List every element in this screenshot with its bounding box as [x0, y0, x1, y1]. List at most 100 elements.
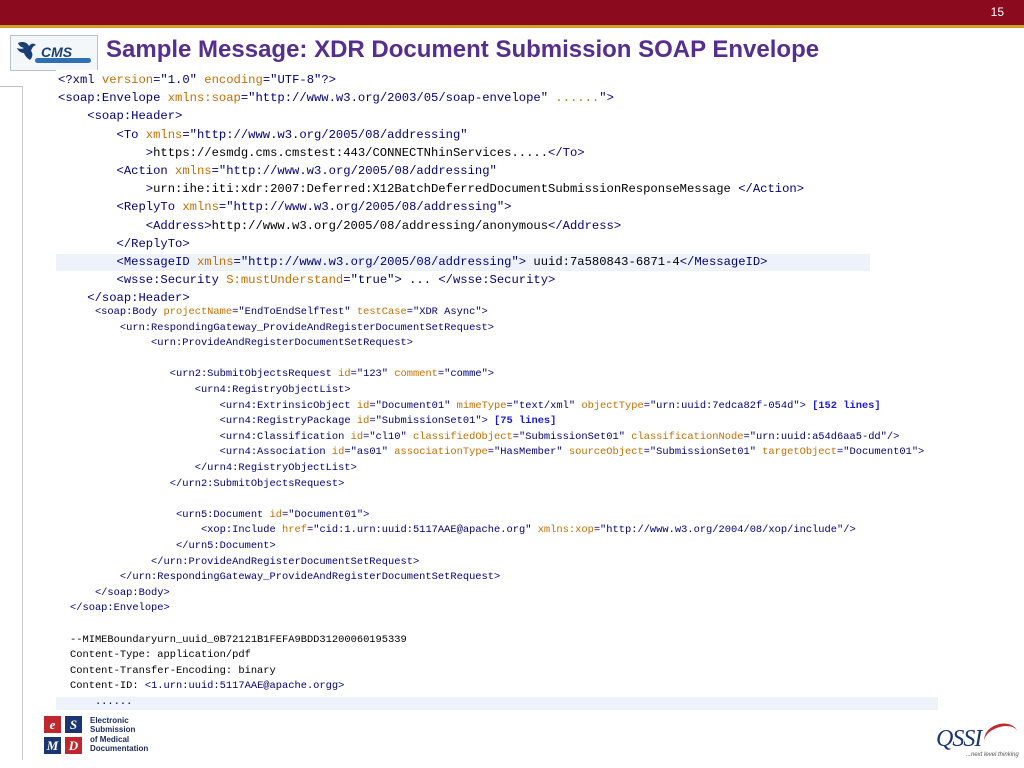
- code-token: <soap:Body: [70, 306, 164, 318]
- code-token: <urn4:RegistryObjectList>: [70, 384, 351, 396]
- code-token: ="http://www.w3.org/2005/08/addressing">: [233, 255, 534, 269]
- code-line: <urn:RespondingGateway_ProvideAndRegiste…: [70, 322, 494, 334]
- code-token: ="urn:uuid:7edca82f-054d">: [643, 399, 813, 412]
- code-token: xmlns:xop: [537, 524, 594, 537]
- code-line: </urn4:RegistryObjectList>: [70, 462, 357, 474]
- code-line: <urn5:Document id="Document01">: [70, 509, 369, 521]
- code-token: ...: [409, 273, 439, 288]
- code-token: <xop:Include: [70, 524, 283, 537]
- code-line: --MIMEBoundaryurn_uuid_0B72121B1FEFA9BDD…: [70, 634, 407, 646]
- code-line: </soap:Body>: [70, 587, 170, 599]
- code-token: <urn4:Association: [70, 446, 332, 459]
- code-token: </urn5:Document>: [70, 540, 276, 552]
- code-line: </soap:Envelope>: [70, 602, 170, 614]
- code-token: uuid:7a580843-6871-4: [533, 255, 680, 269]
- code-token: ="text/xml": [506, 399, 582, 412]
- top-bar: 15: [0, 0, 1024, 25]
- qssi-tagline: ...next level thinking: [966, 752, 1019, 758]
- esmd-letter-e: e: [44, 716, 61, 733]
- code-token: </urn4:RegistryObjectList>: [70, 462, 357, 474]
- eagle-icon: [17, 42, 36, 60]
- code-token: ......: [555, 91, 600, 106]
- code-token: ="EndToEndSelfTest": [232, 306, 357, 318]
- code-token: </ReplyTo>: [58, 236, 190, 251]
- code-token: ="Document01">: [282, 508, 370, 521]
- code-line: <urn4:RegistryObjectList>: [70, 384, 351, 396]
- slide-title: Sample Message: XDR Document Submission …: [106, 36, 820, 63]
- code-token: ="http://www.w3.org/2003/05/soap-envelop…: [240, 91, 556, 106]
- code-token: xmlns:soap: [167, 91, 241, 106]
- code-line: <ReplyTo xmlns="http://www.w3.org/2005/0…: [58, 200, 512, 215]
- code-token: xmlns: [182, 200, 219, 215]
- code-line: <urn4:RegistryPackage id="SubmissionSet0…: [70, 415, 557, 428]
- code-token: </soap:Header>: [58, 291, 190, 306]
- code-token: ="cl10": [363, 430, 413, 443]
- code-token: ="http://www.w3.org/2005/08/addressing": [211, 164, 497, 178]
- esmd-letter-m: M: [44, 737, 61, 754]
- code-line: Content-Transfer-Encoding: binary: [70, 665, 276, 677]
- esmd-letter-d: D: [65, 737, 82, 754]
- code-line: <urn:ProvideAndRegisterDocumentSetReques…: [70, 337, 413, 349]
- code-token: </soap:Envelope>: [70, 602, 170, 615]
- code-token: [152 lines]: [812, 399, 881, 412]
- code-line: <urn4:Classification id="cl10" classifie…: [70, 430, 900, 443]
- code-line: >https://esmdg.cms.cmstest:443/CONNECTNh…: [58, 146, 585, 160]
- code-line: >urn:ihe:iti:xdr:2007:Deferred:X12BatchD…: [58, 182, 804, 196]
- code-token: targetObject: [762, 446, 837, 459]
- code-token: comment: [394, 368, 438, 381]
- code-line: <Address>http://www.w3.org/2005/08/addre…: [58, 219, 621, 233]
- code-line: <?xml version="1.0" encoding="UTF-8"?>: [58, 73, 336, 87]
- code-token: id: [356, 415, 370, 428]
- code-token: [75 lines]: [494, 415, 557, 428]
- esmd-line-3: of Medical: [90, 734, 130, 744]
- esmd-logo-text: Electronic Submission of Medical Documen…: [90, 716, 170, 754]
- code-token: id: [356, 399, 370, 412]
- code-token: ="1.0": [153, 73, 205, 87]
- code-token: xmlns: [196, 255, 234, 269]
- code-token: >: [58, 182, 154, 197]
- code-line: ......: [70, 696, 132, 708]
- code-token: --MIMEBoundaryurn_uuid_0B72121B1FEFA9BDD…: [70, 633, 407, 646]
- code-token: ="urn:uuid:a54d6aa5-dd"/>: [743, 430, 900, 443]
- code-line: <urn2:SubmitObjectsRequest id="123" comm…: [70, 368, 494, 380]
- code-line: <soap:Body projectName="EndToEndSelfTest…: [70, 306, 488, 318]
- code-token: classifiedObject: [412, 430, 513, 443]
- code-token: ="http://www.w3.org/2005/08/addressing">: [218, 200, 512, 215]
- cms-swoosh: [35, 58, 91, 63]
- code-token: objectType: [581, 399, 644, 412]
- code-line: <urn4:ExtrinsicObject id="Document01" mi…: [70, 400, 881, 412]
- code-line: <MessageID xmlns="http://www.w3.org/2005…: [58, 255, 768, 269]
- code-token: ......: [70, 696, 133, 708]
- code-token: <urn:ProvideAndRegisterDocumentSetReques…: [70, 337, 413, 350]
- code-token: Content-Transfer-Encoding: binary: [70, 664, 276, 677]
- code-token: ="HasMember": [487, 446, 569, 459]
- code-token: </Action>: [738, 182, 805, 197]
- code-token: http://www.w3.org/2005/08/addressing/ano…: [211, 218, 549, 233]
- code-token: <To: [58, 127, 146, 142]
- code-token: xmlns: [175, 164, 212, 178]
- code-token: projectName: [163, 306, 233, 318]
- code-token: classificationNode: [631, 430, 744, 443]
- code-token: href: [282, 524, 307, 537]
- code-token: ="UTF-8"?>: [262, 73, 336, 87]
- code-line: </urn2:SubmitObjectsRequest>: [70, 478, 345, 490]
- code-token: testCase: [356, 306, 407, 318]
- code-token: ="http://www.w3.org/2005/08/addressing": [182, 127, 468, 142]
- code-token: ="http://www.w3.org/2004/08/xop/include"…: [593, 524, 856, 537]
- code-token: ="XDR Async">: [406, 306, 488, 318]
- qssi-logo-text: QSSI: [936, 726, 982, 752]
- code-token: encoding: [204, 73, 263, 87]
- code-token: <1.urn:uuid:5117AAE@apache.orgg>: [144, 680, 345, 693]
- code-token: </urn:RespondingGateway_ProvideAndRegist…: [70, 571, 501, 584]
- code-token: <Action: [58, 164, 176, 178]
- code-line: <wsse:Security S:mustUnderstand="true"> …: [58, 273, 556, 288]
- esmd-line-2: Submission: [90, 725, 136, 735]
- code-token: <ReplyTo: [58, 200, 183, 215]
- code-token: </Address>: [548, 218, 622, 233]
- code-token: mimeType: [456, 399, 507, 412]
- code-token: ="true">: [343, 273, 410, 288]
- esmd-letter-s: S: [65, 716, 82, 733]
- code-token: ="123": [350, 368, 395, 381]
- code-token: <urn2:SubmitObjectsRequest: [70, 368, 339, 381]
- code-token: </wsse:Security>: [438, 273, 556, 288]
